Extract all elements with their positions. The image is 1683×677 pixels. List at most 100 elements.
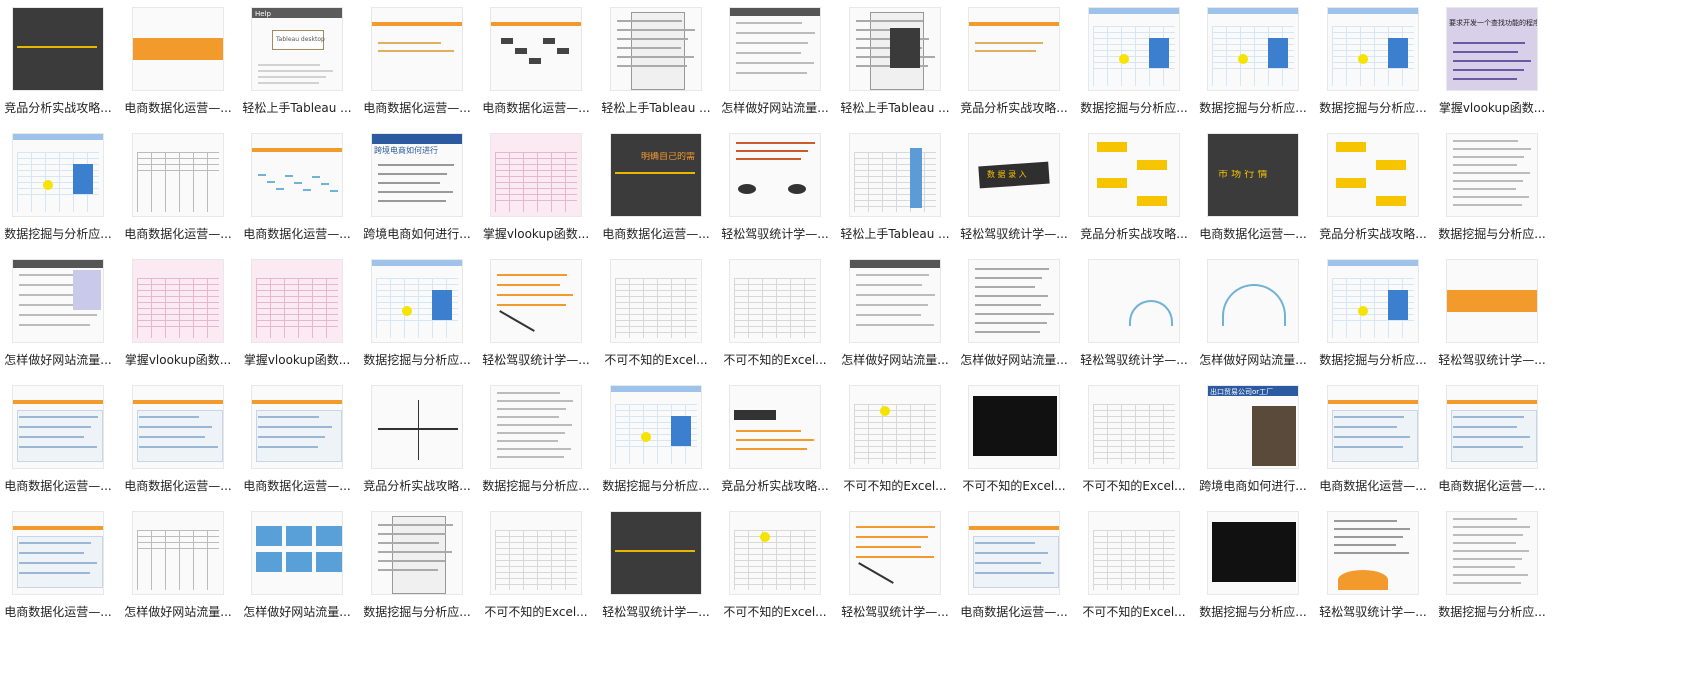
video-tile[interactable]: 竞品分析实战攻略...: [0, 7, 116, 127]
video-tile[interactable]: 电商数据化运营—...: [1315, 385, 1431, 505]
video-tile[interactable]: 轻松上手Tableau ...: [837, 7, 953, 127]
video-thumbnail[interactable]: [371, 385, 463, 469]
video-thumbnail[interactable]: [132, 259, 224, 343]
video-tile[interactable]: 轻松驾驭统计学—...: [598, 511, 714, 631]
video-title[interactable]: 数据挖掘与分析应...: [359, 351, 475, 368]
video-thumbnail[interactable]: [968, 385, 1060, 469]
video-tile[interactable]: 不可不知的Excel...: [1076, 385, 1192, 505]
video-tile[interactable]: 市 场 行 情电商数据化运营—...: [1195, 133, 1311, 253]
video-thumbnail[interactable]: [968, 259, 1060, 343]
video-thumbnail[interactable]: [490, 133, 582, 217]
video-thumbnail[interactable]: [132, 7, 224, 91]
video-tile[interactable]: 轻松驾驭统计学—...: [837, 511, 953, 631]
video-tile[interactable]: 怎样做好网站流量...: [956, 259, 1072, 379]
video-title[interactable]: 跨境电商如何进行...: [1195, 477, 1311, 494]
video-title[interactable]: 轻松驾驭统计学—...: [956, 225, 1072, 242]
video-title[interactable]: 不可不知的Excel...: [956, 477, 1072, 494]
video-tile[interactable]: 数据挖掘与分析应...: [359, 259, 475, 379]
video-tile[interactable]: 不可不知的Excel...: [717, 511, 833, 631]
video-thumbnail[interactable]: [490, 511, 582, 595]
video-title[interactable]: 电商数据化运营—...: [1434, 477, 1550, 494]
video-tile[interactable]: 不可不知的Excel...: [598, 259, 714, 379]
video-title[interactable]: 怎样做好网站流量...: [239, 603, 355, 620]
video-tile[interactable]: 电商数据化运营—...: [239, 385, 355, 505]
video-title[interactable]: 怎样做好网站流量...: [120, 603, 236, 620]
video-title[interactable]: 不可不知的Excel...: [478, 603, 594, 620]
video-title[interactable]: 电商数据化运营—...: [478, 99, 594, 116]
video-title[interactable]: 电商数据化运营—...: [239, 477, 355, 494]
video-thumbnail[interactable]: [610, 259, 702, 343]
video-tile[interactable]: 电商数据化运营—...: [359, 7, 475, 127]
video-title[interactable]: 轻松上手Tableau ...: [837, 99, 953, 116]
video-thumbnail[interactable]: [1327, 385, 1419, 469]
video-tile[interactable]: 明确自己的需 电商数据化运营—...: [598, 133, 714, 253]
video-title[interactable]: 轻松驾驭统计学—...: [717, 225, 833, 242]
video-title[interactable]: 电商数据化运营—...: [956, 603, 1072, 620]
video-tile[interactable]: 数据挖掘与分析应...: [1195, 511, 1311, 631]
video-thumbnail[interactable]: [1327, 511, 1419, 595]
video-thumbnail[interactable]: [1327, 259, 1419, 343]
video-tile[interactable]: 电商数据化运营—...: [1434, 385, 1550, 505]
video-title[interactable]: 轻松驾驭统计学—...: [478, 351, 594, 368]
video-title[interactable]: 轻松上手Tableau ...: [598, 99, 714, 116]
video-title[interactable]: 数据挖掘与分析应...: [0, 225, 116, 242]
video-tile[interactable]: 数据挖掘与分析应...: [1315, 259, 1431, 379]
video-tile[interactable]: 数据挖掘与分析应...: [1195, 7, 1311, 127]
video-tile[interactable]: 不可不知的Excel...: [1076, 511, 1192, 631]
video-tile[interactable]: 数据挖掘与分析应...: [478, 385, 594, 505]
video-thumbnail[interactable]: [371, 259, 463, 343]
video-title[interactable]: 数据挖掘与分析应...: [1434, 225, 1550, 242]
video-thumbnail[interactable]: [251, 511, 343, 595]
video-tile[interactable]: 跨境电商如何进行 跨境电商如何进行...: [359, 133, 475, 253]
video-title[interactable]: 不可不知的Excel...: [1076, 477, 1192, 494]
video-thumbnail[interactable]: Help Tableau desktop: [251, 7, 343, 91]
video-tile[interactable]: 电商数据化运营—...: [120, 7, 236, 127]
video-title[interactable]: 电商数据化运营—...: [239, 225, 355, 242]
video-thumbnail[interactable]: [490, 259, 582, 343]
video-thumbnail[interactable]: [132, 133, 224, 217]
video-title[interactable]: 不可不知的Excel...: [1076, 603, 1192, 620]
video-title[interactable]: 怎样做好网站流量...: [837, 351, 953, 368]
video-title[interactable]: 竞品分析实战攻略...: [1076, 225, 1192, 242]
video-thumbnail[interactable]: [968, 511, 1060, 595]
video-tile[interactable]: 竞品分析实战攻略...: [1076, 133, 1192, 253]
video-thumbnail[interactable]: [729, 133, 821, 217]
video-title[interactable]: 怎样做好网站流量...: [0, 351, 116, 368]
video-thumbnail[interactable]: [1446, 385, 1538, 469]
video-tile[interactable]: 要求开发一个查找功能的程序 掌握vlookup函数...: [1434, 7, 1550, 127]
video-tile[interactable]: 轻松上手Tableau ...: [598, 7, 714, 127]
video-title[interactable]: 电商数据化运营—...: [359, 99, 475, 116]
video-title[interactable]: 数据挖掘与分析应...: [598, 477, 714, 494]
video-title[interactable]: 电商数据化运营—...: [120, 477, 236, 494]
video-thumbnail[interactable]: [1446, 133, 1538, 217]
video-thumbnail[interactable]: [1327, 133, 1419, 217]
video-thumbnail[interactable]: [12, 511, 104, 595]
video-tile[interactable]: 掌握vlookup函数...: [120, 259, 236, 379]
video-tile[interactable]: 数据挖掘与分析应...: [359, 511, 475, 631]
video-title[interactable]: 竞品分析实战攻略...: [0, 99, 116, 116]
video-title[interactable]: 不可不知的Excel...: [837, 477, 953, 494]
video-title[interactable]: 电商数据化运营—...: [120, 225, 236, 242]
video-thumbnail[interactable]: [849, 511, 941, 595]
video-title[interactable]: 竞品分析实战攻略...: [956, 99, 1072, 116]
video-thumbnail[interactable]: [12, 7, 104, 91]
video-thumbnail[interactable]: [1207, 7, 1299, 91]
video-thumbnail[interactable]: [610, 7, 702, 91]
video-title[interactable]: 掌握vlookup函数...: [478, 225, 594, 242]
video-tile[interactable]: 不可不知的Excel...: [478, 511, 594, 631]
video-tile[interactable]: 数据挖掘与分析应...: [1315, 7, 1431, 127]
video-title[interactable]: 轻松驾驭统计学—...: [1076, 351, 1192, 368]
video-thumbnail[interactable]: [490, 385, 582, 469]
video-title[interactable]: 数据挖掘与分析应...: [478, 477, 594, 494]
video-thumbnail[interactable]: [371, 511, 463, 595]
video-tile[interactable]: 轻松驾驭统计学—...: [1076, 259, 1192, 379]
video-title[interactable]: 掌握vlookup函数...: [120, 351, 236, 368]
video-tile[interactable]: 电商数据化运营—...: [0, 511, 116, 631]
video-tile[interactable]: 竞品分析实战攻略...: [717, 385, 833, 505]
video-thumbnail[interactable]: [132, 385, 224, 469]
video-thumbnail[interactable]: 跨境电商如何进行: [371, 133, 463, 217]
video-tile[interactable]: 数据挖掘与分析应...: [598, 385, 714, 505]
video-tile[interactable]: 怎样做好网站流量...: [1195, 259, 1311, 379]
video-tile[interactable]: 数据挖掘与分析应...: [0, 133, 116, 253]
video-title[interactable]: 怎样做好网站流量...: [1195, 351, 1311, 368]
